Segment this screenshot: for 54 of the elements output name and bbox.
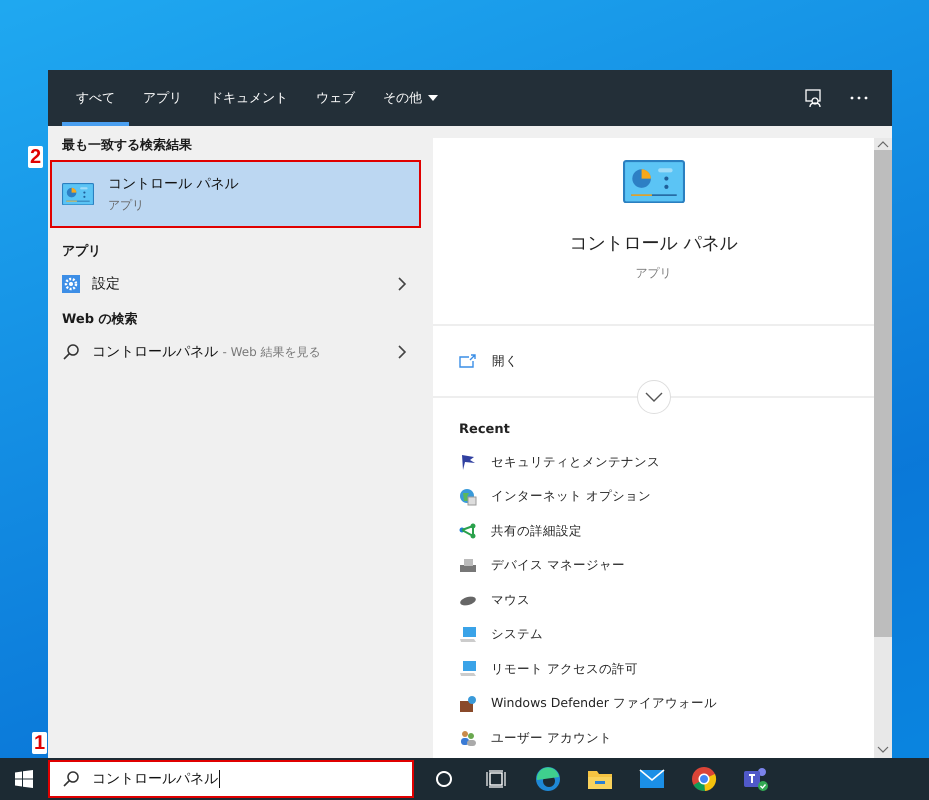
recent-item[interactable]: 共有の詳細設定 xyxy=(433,514,874,548)
chevron-right-icon xyxy=(397,345,407,359)
recent-item[interactable]: デバイス マネージャー xyxy=(433,548,874,583)
scroll-up-icon[interactable] xyxy=(877,140,889,148)
flag-icon xyxy=(459,453,477,472)
taskbar-search-field[interactable]: コントロールパネル xyxy=(48,760,414,798)
section-heading: アプリ xyxy=(61,242,102,261)
recent-item[interactable]: セキュリティとメンテナンス xyxy=(433,445,874,480)
scroll-down-icon[interactable] xyxy=(877,746,889,754)
preview-title: コントロール パネル xyxy=(570,232,738,256)
result-type: アプリ xyxy=(108,196,145,214)
recent-item[interactable]: マウス xyxy=(433,583,874,618)
web-search-item[interactable]: コントロールパネル - Web 結果を見る xyxy=(48,334,431,370)
filter-tab[interactable]: アプリ xyxy=(129,70,196,126)
recent-item[interactable]: システム xyxy=(433,618,874,652)
control-panel-icon xyxy=(62,182,94,206)
filter-tab[interactable]: ドキュメント xyxy=(196,70,302,126)
chevron-down-icon xyxy=(644,392,662,402)
gear-icon xyxy=(62,275,80,293)
app-result-item[interactable]: 設定 xyxy=(48,266,431,302)
caret-icon xyxy=(428,95,438,101)
web-query-text: コントロールパネル - Web 結果を見る xyxy=(92,343,321,361)
brick-wall-icon xyxy=(459,694,477,713)
recent-item[interactable]: リモート アクセスの許可 xyxy=(433,652,874,686)
chevron-right-icon xyxy=(397,277,407,291)
monitor-icon xyxy=(459,626,477,644)
windows-logo-icon xyxy=(15,770,33,788)
result-title: コントロール パネル xyxy=(108,174,238,192)
monitor-icon xyxy=(459,660,477,678)
result-title: 設定 xyxy=(92,275,120,293)
recent-item[interactable]: ユーザー アカウント xyxy=(433,721,874,756)
recent-item[interactable]: インターネット オプション xyxy=(433,480,874,514)
filter-tab[interactable]: ウェブ xyxy=(302,70,369,126)
network-icon xyxy=(459,522,477,540)
search-icon xyxy=(62,343,80,361)
more-icon[interactable] xyxy=(850,96,868,100)
open-action[interactable]: 開く xyxy=(433,346,874,376)
section-heading: 最も一致する検索結果 xyxy=(61,136,193,155)
callout-number: 1 xyxy=(32,732,48,754)
open-window-icon xyxy=(459,354,476,368)
expand-button[interactable] xyxy=(636,380,670,414)
users-icon xyxy=(459,729,477,748)
control-panel-icon xyxy=(622,160,684,204)
best-match-item[interactable]: コントロール パネル アプリ xyxy=(50,160,421,228)
scrollbar[interactable] xyxy=(874,138,892,758)
recent-item[interactable]: Windows Defender ファイアウォール xyxy=(433,686,874,721)
section-heading: Web の検索 xyxy=(61,310,139,329)
recent-heading: Recent xyxy=(458,421,511,439)
callout-number: 2 xyxy=(28,146,44,168)
globe-icon xyxy=(459,488,477,506)
printer-icon xyxy=(459,556,477,575)
filter-tab[interactable]: その他 xyxy=(369,70,452,126)
search-icon xyxy=(62,770,80,788)
preview-type: アプリ xyxy=(636,265,672,282)
